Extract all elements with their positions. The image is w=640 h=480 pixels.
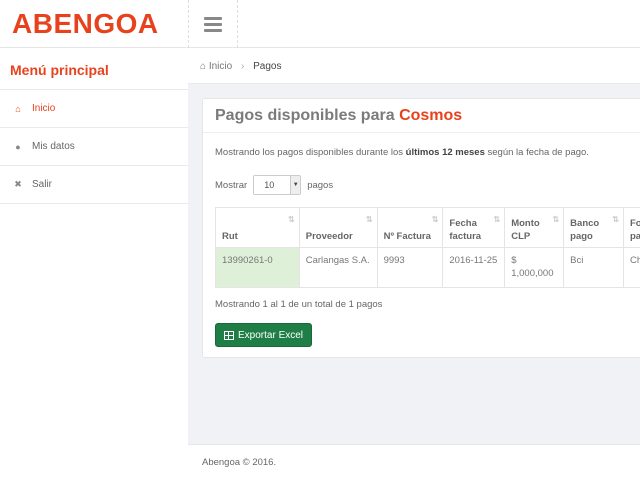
column-header-monto[interactable]: ⇅ Monto CLP: [504, 207, 565, 248]
cell-proveedor: Carlangas S.A.: [298, 247, 378, 288]
menu-toggle-button[interactable]: [188, 0, 238, 48]
column-header-label: Fecha factura: [449, 218, 482, 242]
main-content: ⌂ Inicio › Pagos Pagos disponibles para …: [188, 48, 640, 444]
column-header-label: Proveedor: [305, 231, 353, 242]
company-name: Cosmos: [399, 107, 463, 124]
show-suffix: pagos: [307, 179, 334, 191]
panel-title: Pagos disponibles para Cosmos: [203, 99, 640, 133]
column-header-proveedor[interactable]: ⇅ Proveedor: [298, 207, 378, 248]
user-icon: ●: [15, 141, 21, 152]
description-period: últimos 12 meses: [405, 147, 485, 158]
column-header-label: Rut: [222, 231, 238, 242]
page-size-select[interactable]: 10 ▼: [253, 175, 302, 195]
panel-description: Mostrando los pagos disponibles durante …: [215, 147, 589, 158]
sidebar-item-label: Inicio: [32, 103, 56, 114]
close-icon: ✖: [14, 179, 22, 189]
column-header-fecha[interactable]: ⇅ Fecha factura: [442, 207, 506, 248]
chevron-down-icon: ▼: [290, 176, 301, 194]
sort-icon: ⇅: [612, 215, 619, 224]
table-summary: Mostrando 1 al 1 de un total de 1 pagos: [215, 299, 383, 310]
cell-fecha: 2016-11-25: [442, 247, 506, 288]
column-header-factura[interactable]: ⇅ Nº Factura: [376, 207, 444, 248]
home-icon: ⌂: [15, 103, 21, 114]
cell-forma-pago: Ch: [623, 247, 640, 288]
cell-banco: Bci: [563, 247, 624, 288]
panel-title-prefix: Pagos disponibles para: [215, 107, 395, 124]
column-header-label: Banco pago: [570, 218, 600, 242]
sidebar-item-label: Salir: [32, 179, 53, 190]
cell-rut: 13990261-0: [215, 247, 300, 288]
sort-icon: ⇅: [365, 215, 373, 224]
payments-panel: Pagos disponibles para Cosmos Mostrando …: [202, 98, 640, 358]
breadcrumb: ⌂ Inicio › Pagos: [188, 48, 640, 84]
breadcrumb-separator: ›: [240, 61, 245, 72]
sidebar-item-mis-datos[interactable]: ● Mis datos: [0, 128, 188, 166]
show-label: Mostrar: [215, 179, 248, 191]
column-header-rut[interactable]: ⇅ Rut: [215, 207, 300, 248]
description-suffix: según la fecha de pago.: [487, 147, 589, 158]
sort-icon: ⇅: [288, 215, 295, 224]
column-header-label: Nº Factura: [383, 231, 431, 242]
footer: Abengoa © 2016.: [188, 444, 640, 480]
column-header-banco[interactable]: ⇅ Banco pago: [563, 207, 624, 248]
sort-icon: ⇅: [552, 215, 560, 224]
cell-factura: 9993: [376, 247, 444, 288]
sidebar-item-inicio[interactable]: ⌂ Inicio: [0, 90, 188, 128]
sort-icon: ⇅: [431, 215, 439, 224]
hamburger-icon: [204, 17, 222, 32]
sidebar: Menú principal ⌂ Inicio ● Mis datos ✖ Sa…: [0, 48, 188, 208]
column-header-forma-pago[interactable]: Fo pa: [623, 207, 640, 248]
description-prefix: Mostrando los pagos disponibles durante …: [215, 147, 404, 158]
page-size-control: Mostrar 10 ▼ pagos: [215, 175, 333, 195]
abengoa-logo[interactable]: ABENGOA: [12, 8, 159, 40]
sidebar-item-label: Mis datos: [32, 141, 75, 152]
sidebar-title: Menú principal: [0, 48, 188, 90]
home-icon: ⌂: [200, 61, 207, 72]
sort-icon: ⇅: [493, 215, 501, 224]
page-size-value: 10: [264, 180, 275, 190]
top-bar: ABENGOA: [0, 0, 640, 48]
sidebar-item-salir[interactable]: ✖ Salir: [0, 166, 188, 204]
export-button-label: Exportar Excel: [238, 329, 304, 341]
table-header-row: ⇅ Rut ⇅ Proveedor ⇅ Nº Factura ⇅ Fecha factu…: [215, 207, 640, 248]
column-header-label: Fo pa: [630, 218, 640, 242]
payments-table: ⇅ Rut ⇅ Proveedor ⇅ Nº Factura ⇅ Fecha factu…: [215, 207, 640, 288]
cell-monto: $ 1,000,000: [504, 247, 565, 288]
table-icon: [224, 330, 234, 340]
column-header-label: Monto CLP: [511, 218, 540, 242]
export-excel-button[interactable]: Exportar Excel: [215, 323, 313, 347]
breadcrumb-current: Pagos: [253, 61, 282, 72]
breadcrumb-home-link[interactable]: Inicio: [209, 61, 232, 72]
table-row: 13990261-0 Carlangas S.A. 9993 2016-11-2…: [215, 247, 640, 288]
